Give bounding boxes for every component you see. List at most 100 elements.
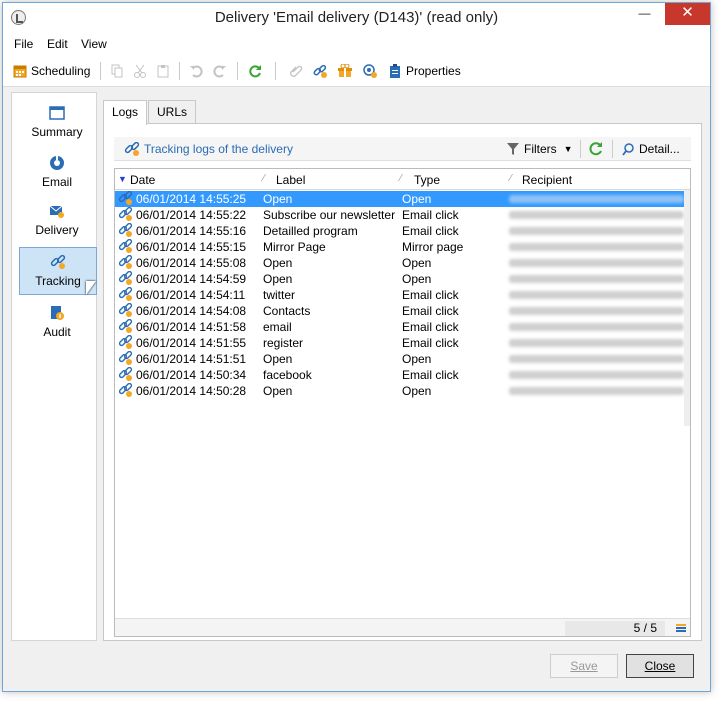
toolbar-separator <box>179 62 180 80</box>
cell-date: 06/01/2014 14:54:59 <box>136 272 247 286</box>
summary-icon <box>49 105 65 121</box>
table-row[interactable]: 06/01/2014 14:55:08 Open Open <box>115 254 690 271</box>
sidebar-item-audit[interactable]: Audit <box>18 299 96 347</box>
cell-recipient-redacted <box>509 227 684 235</box>
toolbar-separator <box>100 62 101 80</box>
audit-icon <box>49 305 65 321</box>
logs-refresh-button[interactable] <box>588 141 603 159</box>
cell-type: Email click <box>402 304 459 318</box>
table-row[interactable]: 06/01/2014 14:55:15 Mirror Page Mirror pag… <box>115 238 690 255</box>
vertical-scrollbar[interactable] <box>684 190 690 426</box>
column-separator: ⁄ <box>510 173 512 184</box>
table-row[interactable]: 06/01/2014 14:55:22 Subscribe our newslet… <box>115 206 690 223</box>
save-button[interactable]: Save <box>550 654 618 678</box>
menu-view[interactable]: View <box>81 37 107 51</box>
logs-title[interactable]: Tracking logs of the delivery <box>124 141 293 156</box>
table-row[interactable]: 06/01/2014 14:54:08 Contacts Email click <box>115 302 690 319</box>
tracking-log-icon <box>118 238 133 254</box>
cell-label: register <box>263 336 304 350</box>
cell-recipient-redacted <box>509 339 684 347</box>
column-type[interactable]: Type <box>414 173 440 187</box>
table-row[interactable]: 06/01/2014 14:50:34 facebook Email click <box>115 366 690 383</box>
close-button[interactable]: Close <box>626 654 694 678</box>
toolbar-separator <box>237 62 238 80</box>
filters-button[interactable]: Filters ▼ <box>507 142 573 156</box>
sidebar-item-summary[interactable]: Summary <box>18 99 96 147</box>
cell-label: Open <box>263 272 293 286</box>
cell-label: email <box>263 320 292 334</box>
minimize-button[interactable]: — <box>631 3 658 25</box>
copy-button[interactable] <box>110 63 124 79</box>
scheduling-label: Scheduling <box>31 64 91 78</box>
table-row[interactable]: 06/01/2014 14:51:55 register Email click <box>115 334 690 351</box>
tracking-log-icon <box>118 190 133 206</box>
cell-recipient-redacted <box>509 323 684 331</box>
menu-edit[interactable]: Edit <box>47 37 68 51</box>
tracking-icon <box>50 254 66 270</box>
cell-type: Email click <box>402 224 459 238</box>
tracking-log-icon <box>118 286 133 302</box>
sidebar: Summary Email Delivery Tracking Audit <box>11 92 97 641</box>
table-row[interactable]: 06/01/2014 14:50:28 Open Open <box>115 382 690 399</box>
cut-icon <box>133 64 147 78</box>
cut-button[interactable] <box>133 63 147 79</box>
paste-icon <box>156 64 170 78</box>
cell-date: 06/01/2014 14:55:16 <box>136 224 247 238</box>
grid-footer: 5 / 5 <box>115 618 690 636</box>
tab-urls[interactable]: URLs <box>148 100 197 124</box>
detail-button[interactable]: Detail... <box>622 142 680 156</box>
column-date[interactable]: Date <box>130 173 155 187</box>
cell-label: Open <box>263 256 293 270</box>
table-row[interactable]: 06/01/2014 14:54:11 twitter Email click <box>115 286 690 303</box>
close-button-label: Close <box>644 659 676 673</box>
toolbar: Scheduling Properties <box>3 55 710 87</box>
tracking-link-icon <box>124 141 140 156</box>
sidebar-item-email[interactable]: Email <box>18 149 96 197</box>
cell-recipient-redacted <box>509 259 684 267</box>
save-button-label: Save <box>570 659 598 673</box>
cell-recipient-redacted <box>509 371 684 379</box>
table-row[interactable]: 06/01/2014 14:51:51 Open Open <box>115 350 690 367</box>
cell-date: 06/01/2014 14:54:08 <box>136 304 247 318</box>
cell-date: 06/01/2014 14:54:11 <box>136 288 246 302</box>
gift-button[interactable] <box>338 63 352 79</box>
cell-recipient-redacted <box>509 195 684 203</box>
list-menu-icon[interactable] <box>676 624 686 632</box>
cell-type: Email click <box>402 368 459 382</box>
properties-button[interactable]: Properties <box>388 63 461 79</box>
refresh-button[interactable] <box>248 63 262 79</box>
redo-button[interactable] <box>213 63 227 79</box>
close-window-button[interactable]: ✕ <box>665 3 710 25</box>
sidebar-label-email: Email <box>41 175 72 189</box>
tab-logs[interactable]: Logs <box>103 100 148 125</box>
scheduling-button[interactable]: Scheduling <box>13 63 90 79</box>
refresh-icon <box>248 64 262 78</box>
cell-label: Subscribe our newsletter <box>263 208 396 222</box>
properties-icon <box>388 64 402 78</box>
target-icon <box>363 64 377 78</box>
cell-date: 06/01/2014 14:55:08 <box>136 256 247 270</box>
column-label[interactable]: Label <box>276 173 305 187</box>
tracking-log-icon <box>118 222 133 238</box>
column-recipient[interactable]: Recipient <box>522 173 572 187</box>
link-icon <box>313 64 327 78</box>
target-button[interactable] <box>363 63 377 79</box>
table-row[interactable]: 06/01/2014 14:51:58 email Email click <box>115 318 690 335</box>
table-row[interactable]: 06/01/2014 14:55:25 Open Open <box>115 190 690 207</box>
column-separator: ⁄ <box>400 173 402 184</box>
sort-desc-icon: ▼ <box>118 174 127 184</box>
attachment-button[interactable] <box>289 63 303 79</box>
paste-button[interactable] <box>156 63 170 79</box>
table-row[interactable]: 06/01/2014 14:54:59 Open Open <box>115 270 690 287</box>
cell-type: Email click <box>402 336 459 350</box>
sidebar-item-delivery[interactable]: Delivery <box>18 197 96 245</box>
table-row[interactable]: 06/01/2014 14:55:16 Detailled program Emai… <box>115 222 690 239</box>
cell-type: Email click <box>402 288 459 302</box>
delivery-window: Delivery 'Email delivery (D143)' (read o… <box>2 2 711 692</box>
toolbar-separator <box>580 140 581 158</box>
link-button[interactable] <box>313 63 327 79</box>
tracking-log-icon <box>118 382 133 398</box>
undo-button[interactable] <box>189 63 203 79</box>
menu-file[interactable]: File <box>14 37 33 51</box>
cell-label: facebook <box>263 368 312 382</box>
